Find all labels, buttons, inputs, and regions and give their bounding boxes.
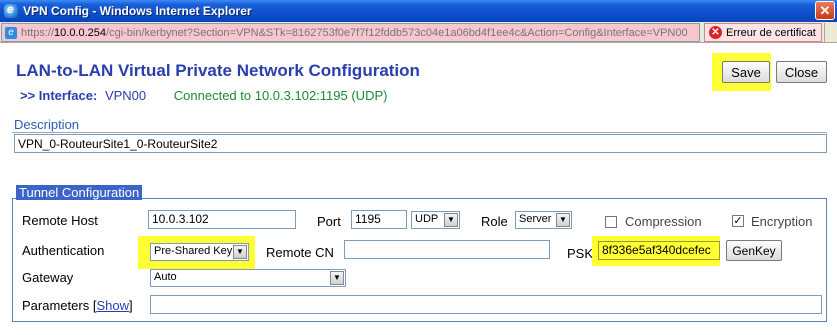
remote-cn-input[interactable] <box>344 240 550 259</box>
protocol-select-value: UDP <box>415 213 439 225</box>
parameters-input[interactable] <box>150 295 822 314</box>
parameters-bracket-close: ] <box>128 298 133 313</box>
encryption-label: Encryption <box>751 214 813 229</box>
encryption-checkbox[interactable]: ✓ <box>732 215 744 227</box>
url-field[interactable]: e https://10.0.0.254/cgi-bin/kerbynet?Se… <box>1 23 700 42</box>
description-label: Description <box>14 117 80 132</box>
chevron-down-icon: ▼ <box>556 213 570 227</box>
ie-app-icon <box>4 2 18 18</box>
page-title: LAN-to-LAN Virtual Private Network Confi… <box>16 61 420 80</box>
psk-input[interactable]: 8f336e5af340dcefec <box>598 241 720 260</box>
page-icon: e <box>5 26 17 39</box>
genkey-button[interactable]: GenKey <box>726 240 782 261</box>
save-button[interactable]: Save <box>722 61 770 83</box>
chevron-down-icon: ▼ <box>233 245 247 259</box>
address-bar-scroll[interactable] <box>824 23 836 42</box>
interface-prefix: >> Interface: <box>20 88 98 103</box>
interface-name: VPN00 <box>104 88 147 103</box>
port-input[interactable]: 1195 <box>351 210 407 229</box>
gateway-select[interactable]: Auto ▼ <box>150 269 346 287</box>
role-label: Role <box>481 214 508 229</box>
url-protocol: https:// <box>21 26 55 39</box>
remote-host-label: Remote Host <box>22 213 98 228</box>
window-close-icon[interactable]: ✕ <box>815 1 835 20</box>
certificate-error-icon: ✕ <box>709 26 722 39</box>
description-input[interactable] <box>14 134 827 153</box>
protocol-select[interactable]: UDP ▼ <box>411 211 460 229</box>
remote-cn-label: Remote CN <box>266 245 334 260</box>
chevron-down-icon: ▼ <box>330 271 344 285</box>
authentication-select[interactable]: Pre-Shared Key ▼ <box>150 243 249 261</box>
url-host: 10.0.0.254 <box>54 26 107 39</box>
authentication-select-value: Pre-Shared Key <box>154 245 233 257</box>
certificate-error-button[interactable]: ✕ Erreur de certificat <box>704 23 822 42</box>
gateway-label: Gateway <box>22 270 74 285</box>
port-label: Port <box>317 214 341 229</box>
interface-info: >> Interface: VPN00 Connected to 10.0.3.… <box>20 88 387 103</box>
parameters-label-group: Parameters [Show] <box>22 298 133 313</box>
description-divider <box>12 132 827 133</box>
psk-label: PSK <box>567 246 594 261</box>
parameters-show-link[interactable]: Show <box>96 298 129 313</box>
role-select[interactable]: Server ▼ <box>515 211 572 229</box>
remote-host-input[interactable]: 10.0.3.102 <box>148 210 296 229</box>
close-button[interactable]: Close <box>776 61 827 83</box>
compression-label: Compression <box>625 214 702 229</box>
address-bar: e https://10.0.0.254/cgi-bin/kerbynet?Se… <box>0 22 837 43</box>
role-select-value: Server <box>519 213 552 225</box>
gateway-select-value: Auto <box>154 271 177 283</box>
compression-checkbox[interactable] <box>605 216 617 228</box>
connection-status: Connected to 10.0.3.102:1195 (UDP) <box>173 88 388 103</box>
url-path: /cgi-bin/kerbynet?Section=VPN&STk=816275… <box>106 26 688 39</box>
parameters-label: Parameters <box>22 298 90 313</box>
certificate-error-label: Erreur de certificat <box>726 26 816 39</box>
window-title-bar: VPN Config - Windows Internet Explorer ✕ <box>0 0 837 22</box>
chevron-down-icon: ▼ <box>444 213 458 227</box>
tunnel-configuration-label: Tunnel Configuration <box>16 185 143 200</box>
authentication-label: Authentication <box>22 243 105 258</box>
window-title: VPN Config - Windows Internet Explorer <box>23 4 252 18</box>
